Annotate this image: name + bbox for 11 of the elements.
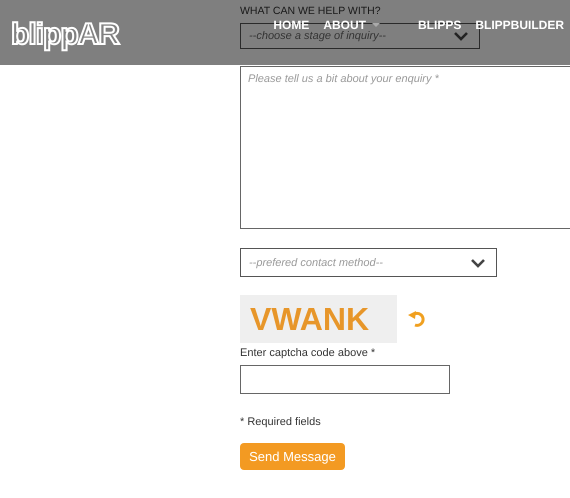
captcha-label: Enter captcha code above * [240,347,376,359]
send-message-button[interactable]: Send Message [240,443,345,470]
captcha-input[interactable] [240,365,450,394]
contact-method-dropdown[interactable]: --prefered contact method-- [240,248,497,277]
required-note: * Required fields [240,416,322,428]
enquiry-textarea[interactable]: Please tell us a bit about your enquiry * [240,66,570,229]
logo[interactable]: blippAR [11,18,119,52]
chevron-down-icon [453,31,469,41]
field-label: WHAT CAN WE HELP WITH? [240,5,382,17]
captcha-image: VWANK [240,295,397,343]
chevron-down-icon [470,258,486,268]
